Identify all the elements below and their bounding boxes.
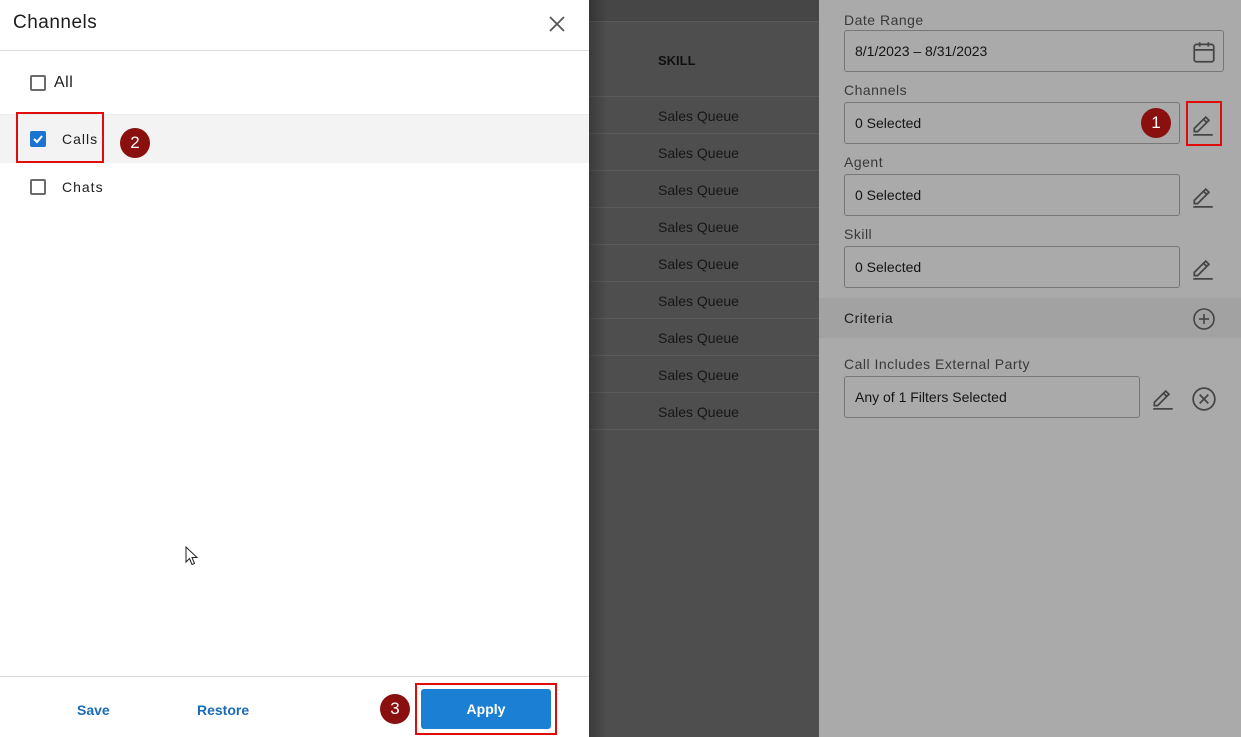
option-label-chats: Chats bbox=[62, 179, 104, 195]
pencil-icon bbox=[1153, 389, 1173, 410]
agent-field[interactable]: 0 Selected bbox=[844, 174, 1180, 216]
agent-value: 0 Selected bbox=[855, 187, 922, 203]
table-row: Sales Queue bbox=[589, 171, 819, 208]
table-row: Sales Queue bbox=[589, 97, 819, 134]
checkbox-all[interactable] bbox=[30, 75, 46, 91]
dialog-title: Channels bbox=[13, 12, 98, 33]
external-party-field[interactable]: Any of 1 Filters Selected bbox=[844, 376, 1140, 418]
channels-label: Channels bbox=[844, 82, 908, 98]
channels-value: 0 Selected bbox=[855, 115, 922, 131]
skill-cell: Sales Queue bbox=[658, 256, 739, 272]
checkbox-chats[interactable] bbox=[30, 179, 46, 195]
external-party-value: Any of 1 Filters Selected bbox=[855, 389, 1007, 405]
calendar-icon[interactable] bbox=[1191, 39, 1217, 65]
agent-label: Agent bbox=[844, 154, 884, 170]
date-range-label: Date Range bbox=[844, 12, 924, 28]
pencil-icon bbox=[1193, 259, 1213, 280]
table-row: Sales Queue bbox=[589, 208, 819, 245]
dialog-shadow bbox=[589, 0, 607, 737]
skill-cell: Sales Queue bbox=[658, 293, 739, 309]
highlight-box-step-3 bbox=[415, 683, 557, 735]
table-top-strip bbox=[589, 0, 819, 22]
pencil-icon bbox=[1193, 187, 1213, 208]
step-badge-1: 1 bbox=[1141, 108, 1171, 138]
skill-label: Skill bbox=[844, 226, 873, 242]
save-button[interactable]: Save bbox=[77, 702, 110, 718]
skill-field[interactable]: 0 Selected bbox=[844, 246, 1180, 288]
skill-cell: Sales Queue bbox=[658, 145, 739, 161]
option-row-chats[interactable]: Chats bbox=[0, 163, 589, 211]
skill-value: 0 Selected bbox=[855, 259, 922, 275]
skill-edit-button[interactable] bbox=[1188, 252, 1218, 282]
channels-dialog: Channels All Calls 2 Chats Save Restore … bbox=[0, 0, 589, 737]
skill-cell: Sales Queue bbox=[658, 182, 739, 198]
x-circle-icon[interactable] bbox=[1191, 386, 1217, 412]
table-row: Sales Queue bbox=[589, 282, 819, 319]
criteria-section-header: Criteria bbox=[819, 298, 1241, 338]
restore-button[interactable]: Restore bbox=[197, 702, 249, 718]
mouse-cursor-icon bbox=[185, 546, 199, 566]
table-header: SKILL bbox=[589, 22, 819, 97]
agent-edit-button[interactable] bbox=[1188, 180, 1218, 210]
highlight-box-step-2 bbox=[16, 112, 104, 163]
filter-panel: Date Range 8/1/2023 – 8/31/2023 Channels… bbox=[819, 0, 1241, 737]
close-icon[interactable] bbox=[545, 12, 569, 36]
table-row: Sales Queue bbox=[589, 134, 819, 171]
external-party-edit-button[interactable] bbox=[1148, 382, 1178, 412]
option-row-all[interactable]: All bbox=[0, 59, 589, 107]
criteria-label: Criteria bbox=[844, 310, 894, 326]
skill-cell: Sales Queue bbox=[658, 219, 739, 235]
skill-cell: Sales Queue bbox=[658, 367, 739, 383]
table-row: Sales Queue bbox=[589, 356, 819, 393]
option-label-all: All bbox=[54, 74, 74, 91]
table-row: Sales Queue bbox=[589, 245, 819, 282]
step-badge-3: 3 bbox=[380, 694, 410, 724]
date-range-value: 8/1/2023 – 8/31/2023 bbox=[855, 43, 988, 59]
table-row: Sales Queue bbox=[589, 393, 819, 430]
plus-circle-icon[interactable] bbox=[1192, 307, 1216, 331]
highlight-box-step-1 bbox=[1186, 101, 1222, 146]
step-badge-2: 2 bbox=[120, 128, 150, 158]
results-table-overlay: SKILL Sales Queue Sales Queue Sales Queu… bbox=[589, 0, 819, 737]
skill-cell: Sales Queue bbox=[658, 404, 739, 420]
dialog-footer: Save Restore 3 Apply bbox=[0, 676, 589, 737]
column-header-skill: SKILL bbox=[658, 53, 696, 68]
date-range-field[interactable]: 8/1/2023 – 8/31/2023 bbox=[844, 30, 1224, 72]
skill-cell: Sales Queue bbox=[658, 108, 739, 124]
external-party-label: Call Includes External Party bbox=[844, 356, 1030, 372]
table-row: Sales Queue bbox=[589, 319, 819, 356]
dialog-header: Channels bbox=[0, 0, 589, 51]
skill-cell: Sales Queue bbox=[658, 330, 739, 346]
channels-field[interactable]: 0 Selected bbox=[844, 102, 1180, 144]
